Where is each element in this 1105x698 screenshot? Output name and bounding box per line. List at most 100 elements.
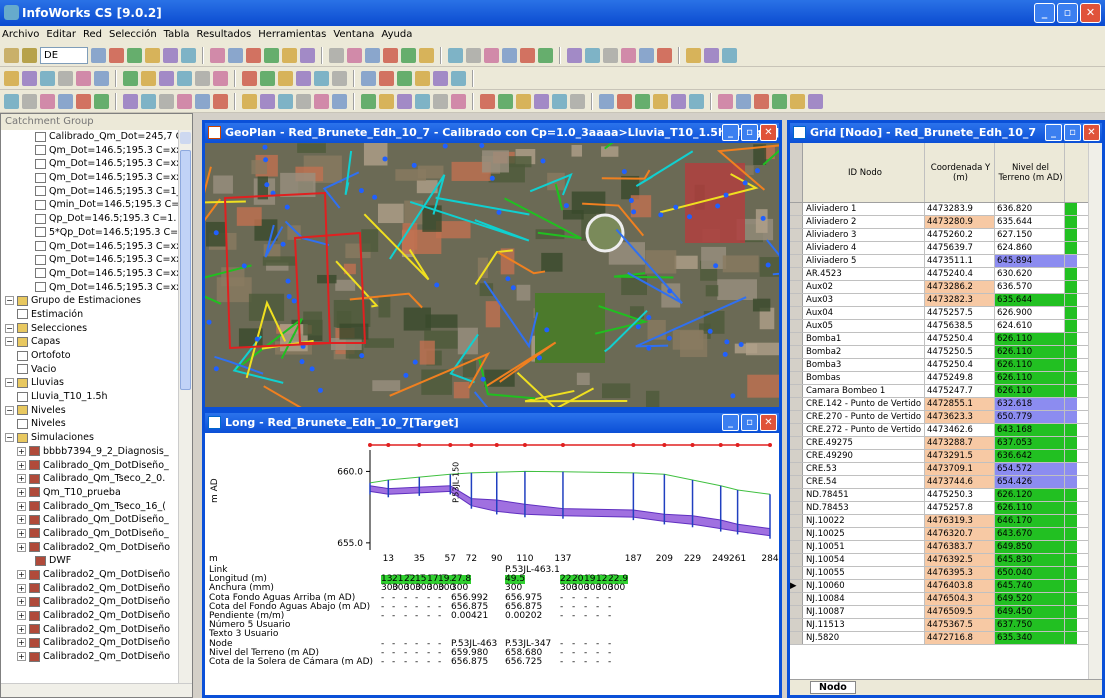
table-row[interactable]: NJ.10022 4476319.3 646.170: [790, 515, 1102, 528]
tool-icon[interactable]: [76, 70, 91, 86]
table-row[interactable]: Aliviadero 5 4473511.1 645.894: [790, 255, 1102, 268]
expand-toggle-icon[interactable]: +: [17, 652, 26, 662]
tree-item[interactable]: + Calibrado2_Qm_DotDiseño: [1, 636, 192, 650]
table-row[interactable]: CRE.53 4473709.1 654.572: [790, 463, 1102, 476]
expand-toggle-icon[interactable]: +: [17, 597, 26, 607]
tool-icon[interactable]: [621, 47, 636, 63]
cell-ground-level[interactable]: 649.450: [995, 606, 1065, 618]
cell-ground-level[interactable]: 645.830: [995, 554, 1065, 566]
tool-icon[interactable]: [22, 70, 37, 86]
tool-icon[interactable]: [332, 70, 347, 86]
layer-combo[interactable]: DE: [40, 46, 88, 64]
tool-icon[interactable]: [671, 93, 686, 109]
expand-toggle-icon[interactable]: −: [5, 405, 14, 415]
tool-icon[interactable]: [242, 70, 257, 86]
tool-icon[interactable]: [401, 47, 416, 63]
cell-ground-level[interactable]: 632.618: [995, 398, 1065, 410]
col-header-ground-level[interactable]: Nivel del Terreno (m AD): [995, 143, 1065, 202]
network-node[interactable]: [687, 214, 693, 220]
cell-coord-y[interactable]: 4473709.1: [925, 463, 995, 475]
tool-icon[interactable]: [123, 70, 138, 86]
table-row[interactable]: Aux02 4473286.2 636.570: [790, 281, 1102, 294]
tool-icon[interactable]: [228, 47, 243, 63]
tree-item[interactable]: + Calibrado_Qm_DotDiseño_: [1, 527, 192, 541]
cell-coord-y[interactable]: 4475250.3: [925, 489, 995, 501]
tool-icon[interactable]: [603, 47, 618, 63]
tree-item[interactable]: DWF: [1, 554, 192, 568]
network-node[interactable]: [264, 182, 270, 188]
tool-icon[interactable]: [242, 93, 257, 109]
tool-icon[interactable]: [210, 47, 225, 63]
tool-icon[interactable]: [570, 93, 585, 109]
network-node[interactable]: [730, 393, 736, 399]
network-node[interactable]: [760, 215, 766, 221]
tool-icon[interactable]: [686, 47, 701, 63]
expand-toggle-icon[interactable]: +: [17, 515, 26, 525]
tool-icon[interactable]: [296, 70, 311, 86]
cell-ground-level[interactable]: 649.850: [995, 541, 1065, 553]
table-row[interactable]: Bomba3 4475250.4 626.110: [790, 359, 1102, 372]
cell-coord-y[interactable]: 4476509.5: [925, 606, 995, 618]
cell-coord-y[interactable]: 4473288.7: [925, 437, 995, 449]
tab-nodo[interactable]: Nodo: [810, 681, 856, 694]
network-node[interactable]: [299, 359, 305, 365]
network-node[interactable]: [434, 282, 440, 288]
tool-icon[interactable]: [722, 47, 737, 63]
network-node[interactable]: [317, 387, 323, 393]
network-node[interactable]: [496, 209, 502, 215]
tool-icon[interactable]: [653, 93, 668, 109]
table-row[interactable]: Aux05 4475638.5 624.610: [790, 320, 1102, 333]
tool-icon[interactable]: [159, 93, 174, 109]
cell-coord-y[interactable]: 4475240.4: [925, 268, 995, 280]
cell-ground-level[interactable]: 643.168: [995, 424, 1065, 436]
table-row[interactable]: Bomba2 4475250.5 626.110: [790, 346, 1102, 359]
cell-coord-y[interactable]: 4473462.6: [925, 424, 995, 436]
network-node[interactable]: [213, 366, 219, 372]
network-node[interactable]: [359, 353, 365, 359]
cell-node-id[interactable]: Bomba1: [803, 333, 925, 345]
tree-item[interactable]: + Calibrado2_Qm_DotDiseño: [1, 568, 192, 582]
network-node[interactable]: [544, 327, 550, 333]
tool-icon[interactable]: [314, 70, 329, 86]
tool-icon[interactable]: [278, 70, 293, 86]
tree-item[interactable]: Qmin_Dot=146.5;195.3 C=: [1, 198, 192, 212]
cell-node-id[interactable]: NJ.10022: [803, 515, 925, 527]
tool-icon[interactable]: [639, 47, 654, 63]
table-row[interactable]: NJ.10084 4476504.3 649.520: [790, 593, 1102, 606]
table-row[interactable]: Aliviadero 1 4473283.9 636.820: [790, 203, 1102, 216]
tree-item[interactable]: Calibrado_Qm_Dot=245,7 C: [1, 130, 192, 144]
tool-icon[interactable]: [718, 93, 733, 109]
cell-node-id[interactable]: NJ.10087: [803, 606, 925, 618]
tree-item[interactable]: + Qm_T10_prueba: [1, 486, 192, 500]
table-row[interactable]: Aux03 4473282.3 635.644: [790, 294, 1102, 307]
tree-item[interactable]: Qp_Dot=146.5;195.3 C=1.: [1, 212, 192, 226]
cell-ground-level[interactable]: 636.820: [995, 203, 1065, 215]
grid-minimize-button[interactable]: _: [1045, 124, 1062, 141]
tool-icon[interactable]: [379, 93, 394, 109]
minimize-button[interactable]: _: [1034, 3, 1055, 23]
tool-icon[interactable]: [484, 47, 499, 63]
network-node[interactable]: [284, 204, 290, 210]
cell-node-id[interactable]: NJ.10055: [803, 567, 925, 579]
cell-node-id[interactable]: CRE.272 - Punto de Vertido: [803, 424, 925, 436]
tool-icon[interactable]: [40, 70, 55, 86]
grid-maximize-button[interactable]: ▫: [1064, 124, 1081, 141]
cell-node-id[interactable]: Aliviadero 5: [803, 255, 925, 267]
tool-icon[interactable]: [145, 47, 160, 63]
cell-coord-y[interactable]: 4473283.9: [925, 203, 995, 215]
tool-icon[interactable]: [91, 47, 106, 63]
cell-coord-y[interactable]: 4473744.6: [925, 476, 995, 488]
table-row[interactable]: Aliviadero 4 4475639.7 624.860: [790, 242, 1102, 255]
grid-close-button[interactable]: ✕: [1083, 124, 1100, 141]
tool-icon[interactable]: [282, 47, 297, 63]
cell-node-id[interactable]: NJ.10060: [803, 580, 925, 592]
cell-ground-level[interactable]: 627.150: [995, 229, 1065, 241]
table-row[interactable]: CRE.270 - Punto de Vertido 4473623.3 650.7…: [790, 411, 1102, 424]
tree-item[interactable]: Qm_Dot=146.5;195.3 C=xx: [1, 281, 192, 295]
tool-icon[interactable]: [177, 93, 192, 109]
tool-icon[interactable]: [58, 93, 73, 109]
cell-ground-level[interactable]: 645.894: [995, 255, 1065, 267]
cell-ground-level[interactable]: 626.110: [995, 333, 1065, 345]
menu-8[interactable]: Ayuda: [381, 29, 412, 40]
grid-vertical-scrollbar[interactable]: [1088, 143, 1102, 679]
